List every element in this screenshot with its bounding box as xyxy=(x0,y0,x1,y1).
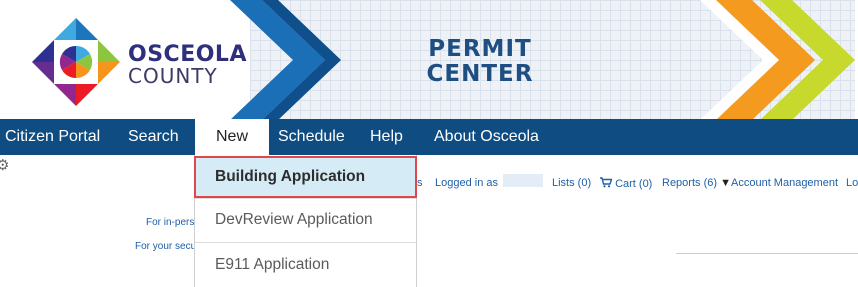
new-dropdown-menu: Building Application DevReview Applicati… xyxy=(194,155,417,287)
menu-divider xyxy=(195,198,416,199)
reports-label: Reports (6) xyxy=(662,177,718,189)
nav-citizen-portal[interactable]: Citizen Portal xyxy=(5,119,100,155)
nav-new[interactable]: New xyxy=(195,119,269,155)
cart-icon xyxy=(600,177,613,188)
cart-link[interactable]: Cart (0) xyxy=(600,177,652,190)
lists-link[interactable]: Lists (0) xyxy=(552,177,591,189)
nav-search[interactable]: Search xyxy=(128,119,179,155)
menu-item-devreview-application[interactable]: DevReview Application xyxy=(195,200,416,240)
notice-line-1: For in-pers xyxy=(146,217,195,228)
gear-icon[interactable]: ⚙ xyxy=(0,156,9,174)
cart-label: Cart (0) xyxy=(615,178,653,190)
menu-item-building-application[interactable]: Building Application xyxy=(194,156,417,198)
divider xyxy=(676,253,858,254)
logout-link-partial[interactable]: Lo xyxy=(846,177,858,189)
menu-divider xyxy=(195,242,416,243)
page-title-line2: CENTER xyxy=(426,61,534,87)
nav-schedule[interactable]: Schedule xyxy=(278,119,345,155)
nav-about-osceola[interactable]: About Osceola xyxy=(434,119,539,155)
menu-item-e911-application[interactable]: E911 Application xyxy=(195,245,416,285)
dropdown-caret-icon: ▼ xyxy=(720,177,731,189)
account-management-link[interactable]: Account Management xyxy=(731,177,838,189)
username-redacted xyxy=(503,174,543,187)
reports-link[interactable]: Reports (6) ▼ xyxy=(662,177,731,189)
notice-line-2: For your secu xyxy=(135,241,197,252)
main-nav: Citizen Portal Search New Schedule Help … xyxy=(0,119,858,155)
site-header: OSCEOLA COUNTY PERMIT CENTER xyxy=(0,0,858,120)
nav-help[interactable]: Help xyxy=(370,119,403,155)
org-name-line2: COUNTY xyxy=(128,64,218,88)
logged-in-label: Logged in as xyxy=(435,177,498,189)
osceola-logo xyxy=(30,16,122,108)
page-title-line1: PERMIT xyxy=(428,36,532,62)
